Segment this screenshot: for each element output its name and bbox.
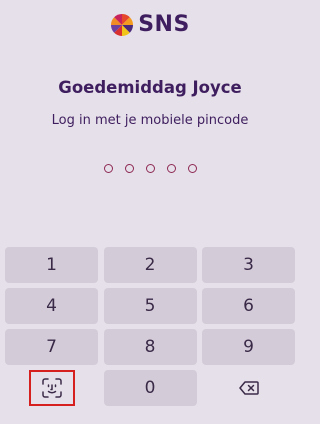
key-4[interactable]: 4: [5, 288, 98, 324]
pin-keypad: 1 2 3 4 5 6 7 8 9 0: [5, 247, 295, 406]
key-6[interactable]: 6: [202, 288, 295, 324]
sns-logo-icon: [111, 13, 134, 36]
login-instruction: Log in met je mobiele pincode: [51, 113, 249, 128]
key-8[interactable]: 8: [103, 329, 197, 365]
pin-indicator: [0, 164, 300, 173]
sns-logo: SNS: [0, 12, 300, 37]
key-5[interactable]: 5: [103, 288, 197, 324]
key-7[interactable]: 7: [5, 329, 98, 365]
greeting-title: Goedemiddag Joyce: [58, 78, 242, 97]
biometric-highlight: [28, 370, 75, 406]
pin-dot: [145, 164, 155, 173]
key-3[interactable]: 3: [202, 247, 295, 283]
pin-dot: [166, 164, 176, 173]
biometric-login-button[interactable]: [5, 370, 98, 406]
key-1[interactable]: 1: [5, 247, 98, 283]
delete-button[interactable]: [202, 370, 295, 406]
key-2[interactable]: 2: [103, 247, 197, 283]
brand-name: SNS: [138, 12, 190, 37]
key-0[interactable]: 0: [103, 370, 197, 406]
pin-dot: [103, 164, 113, 173]
face-id-icon: [41, 378, 62, 398]
backspace-icon: [238, 381, 259, 395]
pin-dot: [187, 164, 197, 173]
pin-dot: [124, 164, 134, 173]
key-9[interactable]: 9: [202, 329, 295, 365]
